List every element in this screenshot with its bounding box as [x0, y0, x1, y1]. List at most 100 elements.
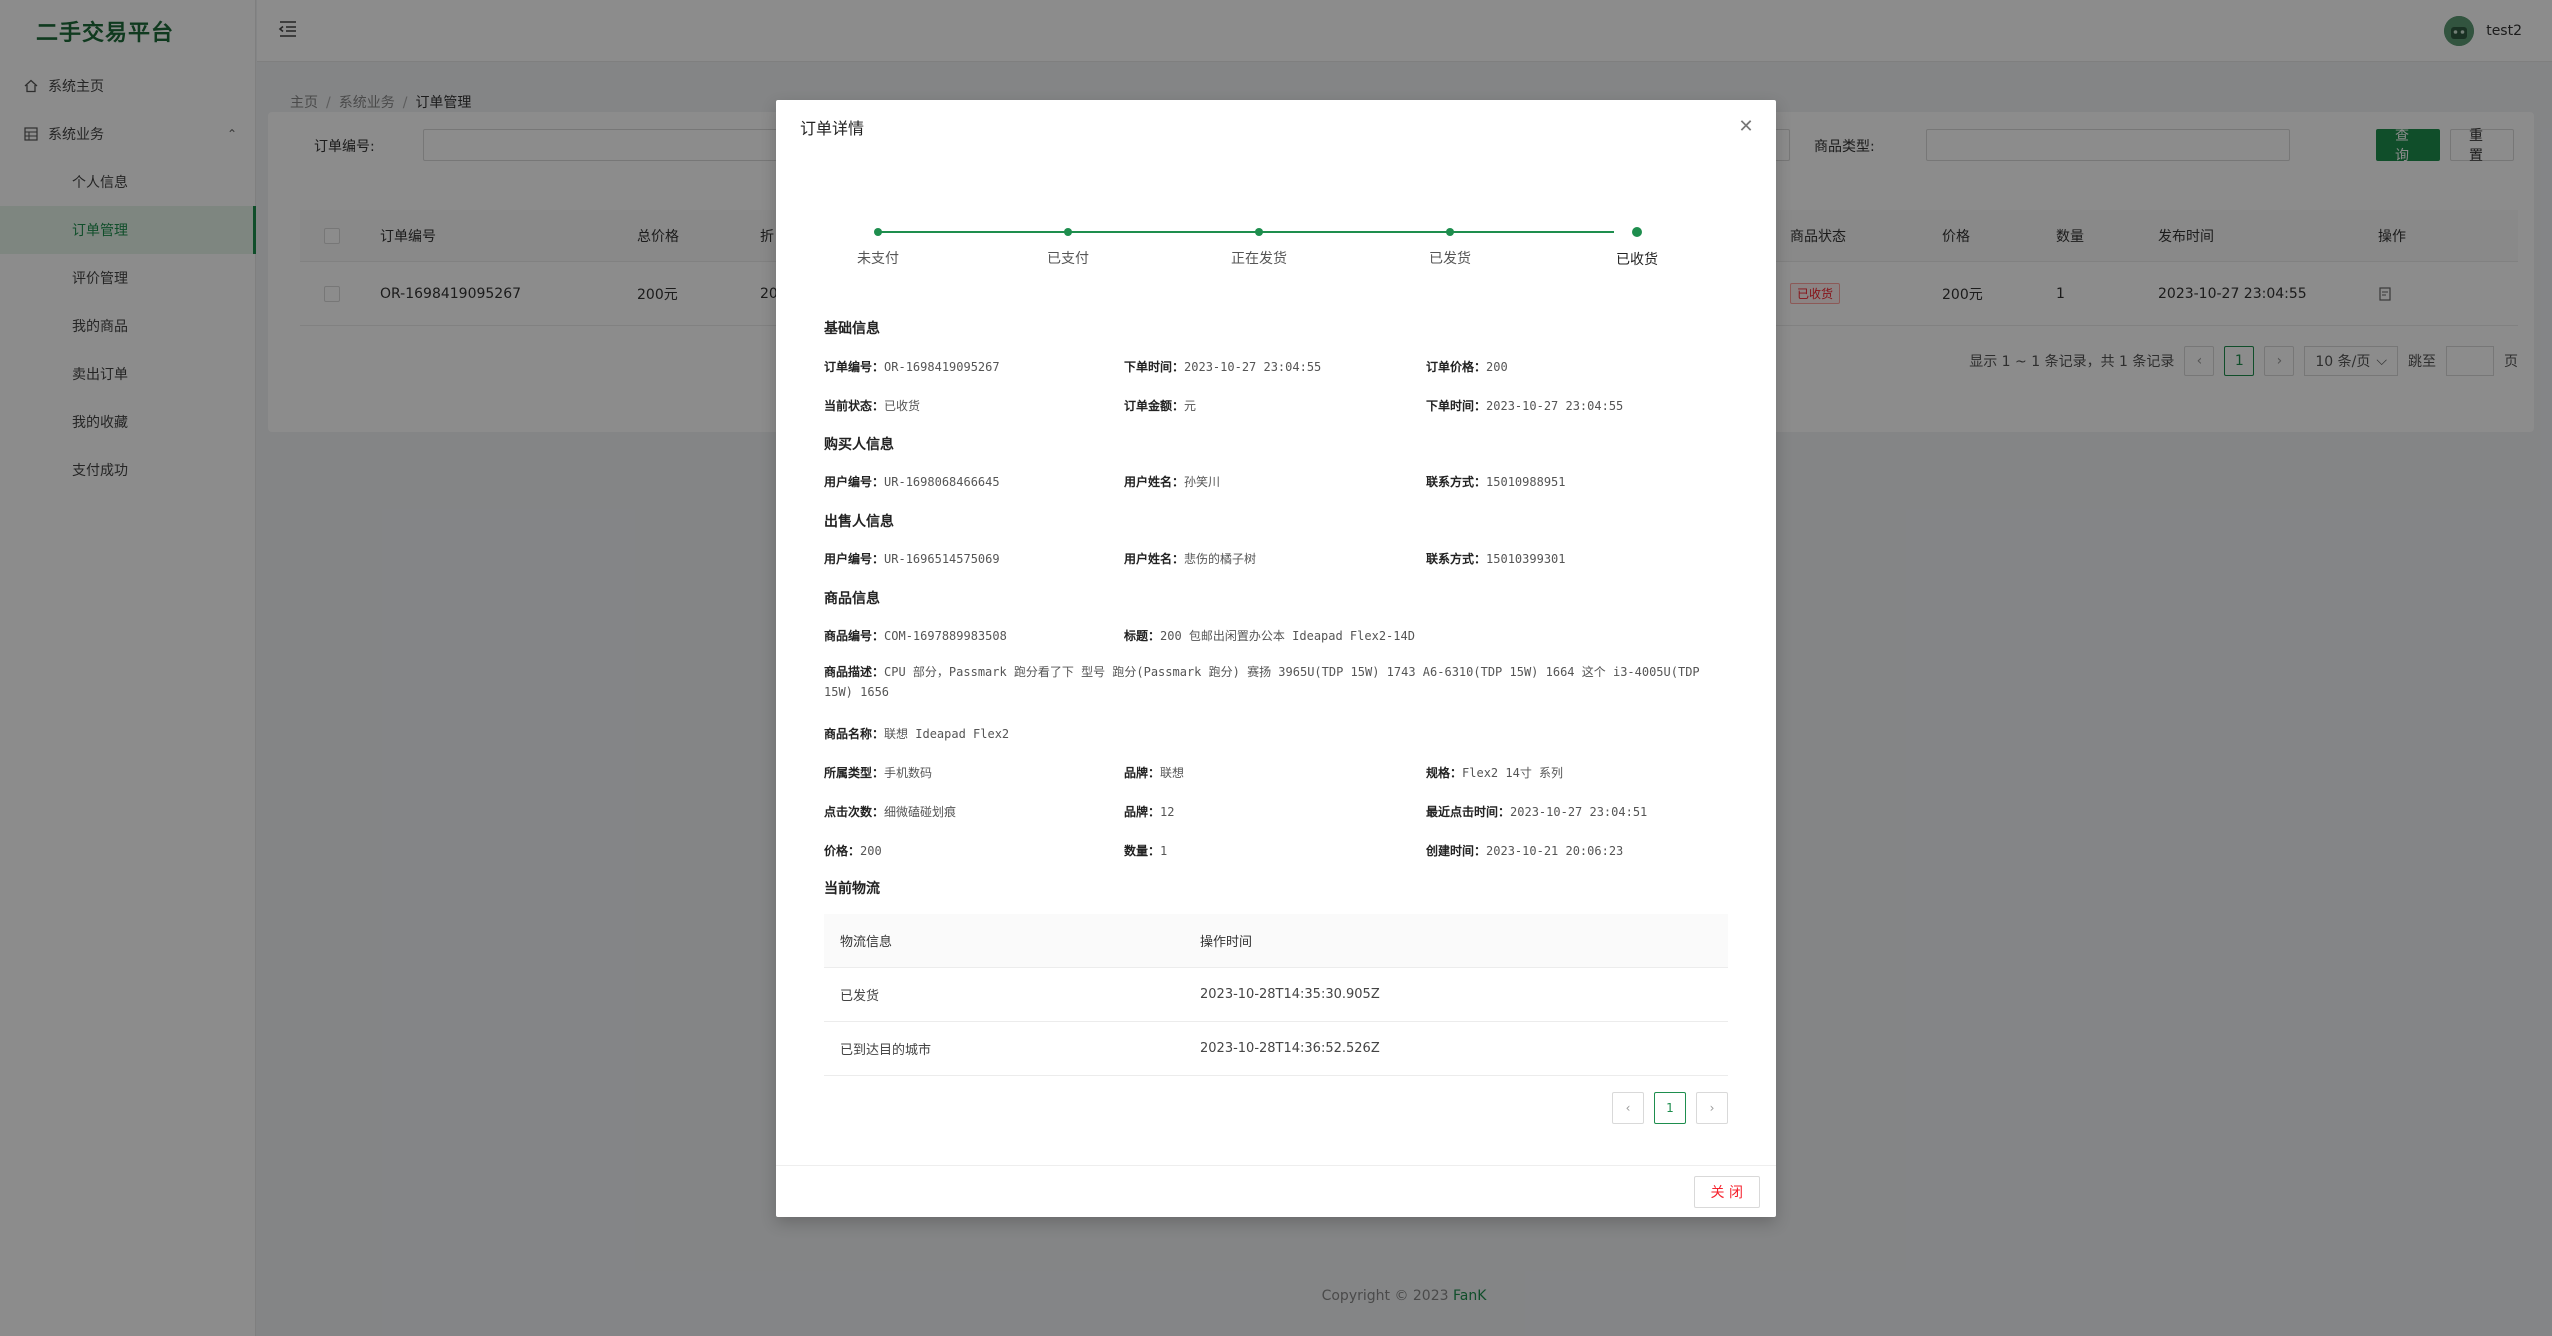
field-key: 用户姓名：: [1124, 552, 1185, 566]
step-shipped: 已发货: [1410, 222, 1490, 268]
field-goods-type: 所属类型：手机数码: [824, 764, 932, 781]
logistics-pagination: ‹ 1 ›: [1612, 1092, 1728, 1124]
step-label: 已支付: [1047, 251, 1089, 267]
field-key: 品牌：: [1124, 766, 1161, 780]
field-key: 商品描述：: [824, 665, 885, 679]
field-value: 联想 Ideapad Flex2: [884, 727, 1010, 741]
field-value: UR-1696514575069: [884, 552, 1000, 566]
modal-footer: 关 闭: [776, 1165, 1776, 1217]
field-key: 最近点击时间：: [1426, 805, 1511, 819]
field-amount: 订单金额：元: [1124, 397, 1196, 414]
field-value: 细微磕碰划痕: [884, 805, 957, 819]
next-page-button[interactable]: ›: [1696, 1092, 1728, 1124]
field-value: 已收货: [884, 399, 921, 413]
field-goods-title: 标题：200 包邮出闲置办公本 Ideapad Flex2-14D: [1124, 627, 1415, 644]
logistics-info: 已发货: [840, 989, 880, 1004]
field-order-price: 订单价格：200: [1426, 358, 1508, 375]
field-key: 创建时间：: [1426, 844, 1487, 858]
section-basic-title: 基础信息: [824, 321, 880, 337]
field-goods-no: 商品编号：COM-1697889983508: [824, 627, 1007, 644]
step-label: 已收货: [1616, 252, 1658, 268]
close-icon[interactable]: ✕: [1736, 116, 1756, 137]
step-label: 未支付: [857, 251, 899, 267]
logistics-table: 物流信息 操作时间 已发货 2023-10-28T14:35:30.905Z 已…: [824, 914, 1728, 1076]
col-logistics-info: 物流信息: [840, 935, 893, 950]
field-seller-name: 用户姓名：悲伤的橘子树: [1124, 550, 1256, 567]
field-key: 用户姓名：: [1124, 475, 1185, 489]
field-goods-brand-2: 品牌：12: [1124, 803, 1174, 820]
field-key: 商品名称：: [824, 727, 885, 741]
field-value: 2023-10-27 23:04:55: [1184, 360, 1322, 374]
field-key: 数量：: [1124, 844, 1161, 858]
field-goods-price: 价格：200: [824, 842, 882, 859]
field-goods-clicks: 点击次数：细微磕碰划痕: [824, 803, 956, 820]
table-row: 已发货 2023-10-28T14:35:30.905Z: [824, 968, 1728, 1022]
field-seller-uid: 用户编号：UR-1696514575069: [824, 550, 1000, 567]
close-button[interactable]: 关 闭: [1693, 1176, 1760, 1208]
step-unpaid: 未支付: [838, 222, 918, 268]
field-key: 用户编号：: [824, 475, 885, 489]
field-value: 200 包邮出闲置办公本 Ideapad Flex2-14D: [1160, 629, 1415, 643]
step-paid: 已支付: [1028, 222, 1108, 268]
field-key: 标题：: [1124, 629, 1161, 643]
field-value: 联想: [1160, 766, 1185, 780]
modal-title: 订单详情: [800, 119, 865, 138]
field-value: 2023-10-27 23:04:51: [1510, 805, 1648, 819]
field-goods-spec: 规格：Flex2 14寸 系列: [1426, 764, 1563, 781]
field-goods-name: 商品名称：联想 Ideapad Flex2: [824, 725, 1009, 742]
field-key: 联系方式：: [1426, 552, 1487, 566]
field-key: 价格：: [824, 844, 861, 858]
field-key: 订单金额：: [1124, 399, 1185, 413]
field-value: OR-1698419095267: [884, 360, 1000, 374]
field-value: 12: [1160, 805, 1175, 819]
logistics-time: 2023-10-28T14:35:30.905Z: [1200, 987, 1380, 1002]
table-row: 已到达目的城市 2023-10-28T14:36:52.526Z: [824, 1022, 1728, 1076]
field-goods-desc: 商品描述：CPU 部分，Passmark 跑分看了下 型号 跑分(Passmar…: [824, 662, 1724, 702]
field-key: 规格：: [1426, 766, 1463, 780]
step-received: 已收货: [1597, 222, 1677, 269]
field-value: COM-1697889983508: [884, 629, 1007, 643]
field-buyer-phone: 联系方式：15010988951: [1426, 473, 1566, 490]
field-goods-created: 创建时间：2023-10-21 20:06:23: [1426, 842, 1623, 859]
field-key: 下单时间：: [1426, 399, 1487, 413]
field-value: UR-1698068466645: [884, 475, 1000, 489]
field-goods-last-click: 最近点击时间：2023-10-27 23:04:51: [1426, 803, 1647, 820]
page-number[interactable]: 1: [1654, 1092, 1686, 1124]
section-buyer-title: 购买人信息: [824, 437, 894, 453]
logistics-time: 2023-10-28T14:36:52.526Z: [1200, 1041, 1380, 1056]
field-value: 元: [1184, 399, 1197, 413]
field-seller-phone: 联系方式：15010399301: [1426, 550, 1566, 567]
prev-page-button[interactable]: ‹: [1612, 1092, 1644, 1124]
field-order-no: 订单编号：OR-1698419095267: [824, 358, 1000, 375]
field-key: 点击次数：: [824, 805, 885, 819]
field-order-time: 下单时间：2023-10-27 23:04:55: [1124, 358, 1321, 375]
field-goods-qty: 数量：1: [1124, 842, 1167, 859]
logistics-table-header: 物流信息 操作时间: [824, 914, 1728, 968]
step-shipping: 正在发货: [1219, 222, 1299, 268]
field-goods-brand: 品牌：联想: [1124, 764, 1184, 781]
field-key: 品牌：: [1124, 805, 1161, 819]
field-key: 用户编号：: [824, 552, 885, 566]
field-value: 200: [860, 844, 882, 858]
section-seller-title: 出售人信息: [824, 514, 894, 530]
col-operation-time: 操作时间: [1200, 935, 1253, 950]
field-value: Flex2 14寸 系列: [1462, 766, 1564, 780]
field-buyer-name: 用户姓名：孙笑川: [1124, 473, 1220, 490]
field-value: 手机数码: [884, 766, 933, 780]
step-label: 正在发货: [1231, 251, 1287, 267]
step-label: 已发货: [1429, 251, 1471, 267]
field-value: 1: [1160, 844, 1168, 858]
order-steps: 未支付 已支付 正在发货 已发货 已收货: [856, 222, 1658, 282]
field-status: 当前状态：已收货: [824, 397, 920, 414]
order-detail-modal: 订单详情 ✕ 未支付 已支付 正在发货 已发货 已收货 基础信息 订单编号：OR…: [776, 100, 1776, 1217]
field-key: 联系方式：: [1426, 475, 1487, 489]
field-value: 15010988951: [1486, 475, 1566, 489]
field-value: 15010399301: [1486, 552, 1566, 566]
field-value: 孙笑川: [1184, 475, 1221, 489]
field-key: 商品编号：: [824, 629, 885, 643]
logistics-info: 已到达目的城市: [840, 1043, 932, 1058]
field-value: 悲伤的橘子树: [1184, 552, 1257, 566]
section-logistics-title: 当前物流: [824, 881, 880, 897]
field-key: 所属类型：: [824, 766, 885, 780]
field-value: 200: [1486, 360, 1508, 374]
